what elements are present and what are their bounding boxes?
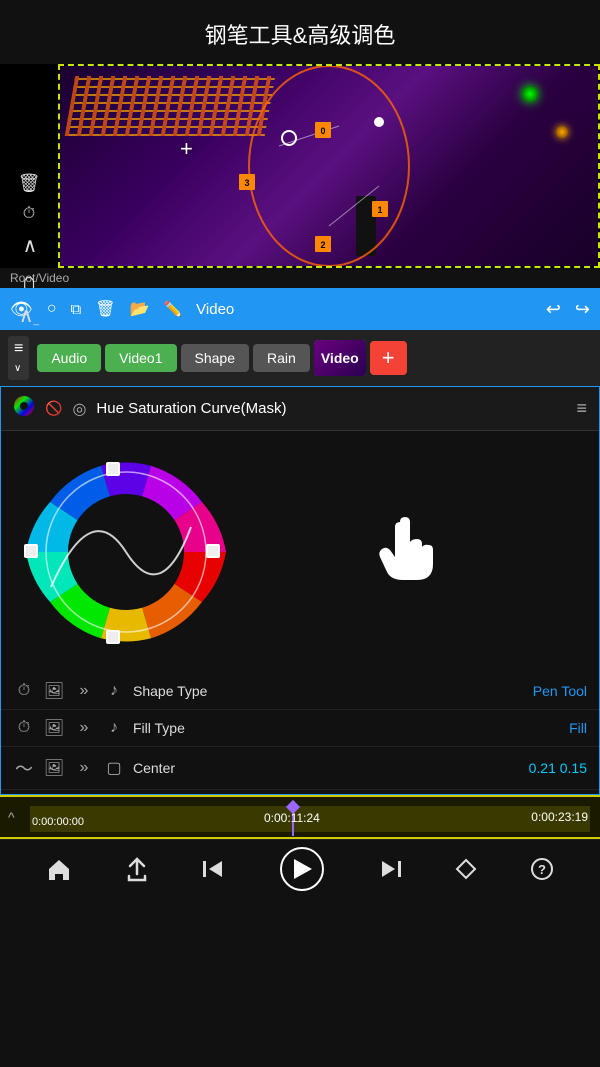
node-icon[interactable]: ∧_ xyxy=(19,306,39,326)
wheel-handle-1[interactable] xyxy=(106,462,120,476)
color-wheel-area xyxy=(1,431,599,673)
play-button[interactable] xyxy=(280,847,324,891)
diamond-button[interactable] xyxy=(455,858,477,880)
timeline-end-time: 0:00:23:19 xyxy=(531,810,588,824)
mask-icon[interactable]: 🚫 xyxy=(45,400,62,417)
color-wheel-icon[interactable] xyxy=(13,395,35,422)
fast-fwd-icon-1[interactable]: » xyxy=(73,682,95,700)
clip-tracks: ≡ ∨ Audio Video1 Shape Rain Video + xyxy=(0,330,600,386)
fast-fwd-icon-2[interactable]: » xyxy=(73,719,95,737)
tracks-toggle-arrow: ∨ xyxy=(14,363,21,374)
shape-type-row: ⏱ 🖼 » ♪ Shape Type Pen Tool xyxy=(1,673,599,710)
trash-icon[interactable]: 🗑 xyxy=(95,299,115,319)
next-frame-button[interactable] xyxy=(377,858,403,880)
folder-icon[interactable]: 📂 xyxy=(130,299,150,319)
effect-panel: 🚫 ◎ Hue Saturation Curve(Mask) ≡ xyxy=(0,386,600,795)
property-rows: ⏱ 🖼 » ♪ Shape Type Pen Tool ⏱ 🖼 » ♪ Fill… xyxy=(1,673,599,794)
undo-icon[interactable]: ↩ xyxy=(546,299,561,320)
color-wheel[interactable] xyxy=(21,447,231,657)
toolbar-bar: 👁 ○ ⧉ 🗑 📂 ✏️ Video ↩ ↪ xyxy=(0,288,600,330)
center-value[interactable]: 0.21 0.15 xyxy=(529,760,587,776)
move-cross-icon[interactable]: + xyxy=(180,136,193,162)
wheel-handle-2[interactable] xyxy=(206,544,220,558)
arch-icon[interactable]: ∩ xyxy=(21,270,37,292)
clip-video1[interactable]: Video1 xyxy=(105,344,176,372)
keyframe-icon-1[interactable]: ⏱ xyxy=(13,682,35,700)
video-preview: 0 2 3 1 + xyxy=(58,64,600,268)
svg-text:0: 0 xyxy=(320,126,325,136)
share-button[interactable] xyxy=(125,856,149,882)
image-icon-2[interactable]: 🖼 xyxy=(43,718,65,738)
music-icon-2[interactable]: ♪ xyxy=(103,719,125,737)
clip-video-active[interactable]: Video xyxy=(314,340,366,376)
fill-type-label: Fill Type xyxy=(133,720,561,736)
add-clip-button[interactable]: + xyxy=(370,341,407,375)
effect-menu-icon[interactable]: ≡ xyxy=(576,398,587,419)
tracks-toggle[interactable]: ≡ ∨ xyxy=(8,336,29,380)
pen-icon[interactable]: ✏️ xyxy=(163,300,182,318)
svg-text:2: 2 xyxy=(320,240,325,250)
clip-rain[interactable]: Rain xyxy=(253,344,310,372)
clip-shape[interactable]: Shape xyxy=(181,344,249,372)
timeline-current-time: 0:00:11:24 xyxy=(264,811,320,825)
copy-icon[interactable]: ⧉ xyxy=(71,301,82,318)
image-icon-3[interactable]: 🖼 xyxy=(43,758,65,778)
keyframe-icon-2[interactable]: ⏱ xyxy=(13,719,35,737)
effect-title: Hue Saturation Curve(Mask) xyxy=(96,400,566,417)
svg-text:1: 1 xyxy=(377,205,382,215)
timeline-toggle[interactable]: ^ xyxy=(8,809,15,825)
delete-icon[interactable]: 🗑 xyxy=(18,174,41,192)
root-label: Root/Video xyxy=(0,268,600,288)
timeline-start: 0:00:00:00 xyxy=(32,816,84,828)
wheel-handle-4[interactable] xyxy=(106,630,120,644)
wheel-handle-3[interactable] xyxy=(24,544,38,558)
tracks-toggle-icon: ≡ xyxy=(14,340,23,357)
clip-audio[interactable]: Audio xyxy=(37,344,101,372)
title-text: 钢笔工具&高级调色 xyxy=(205,23,396,48)
toolbar-label: Video xyxy=(196,301,532,318)
center-row: 〜 🖼 » ▢ Center 0.21 0.15 xyxy=(1,747,599,790)
fill-type-row: ⏱ 🖼 » ♪ Fill Type Fill xyxy=(1,710,599,747)
shape-type-label: Shape Type xyxy=(133,683,525,699)
bottom-controls: ? xyxy=(0,839,600,897)
peak-icon[interactable]: ∧ xyxy=(23,236,36,256)
redo-icon[interactable]: ↪ xyxy=(575,299,590,320)
image-icon-1[interactable]: 🖼 xyxy=(43,681,65,701)
help-button[interactable]: ? xyxy=(530,857,554,881)
home-button[interactable] xyxy=(46,856,72,882)
svg-text:3: 3 xyxy=(244,178,249,188)
left-toolbar: 🗑 ⏱ ∧ ∩ ∧_ xyxy=(0,164,58,336)
circle-target-icon[interactable]: ◎ xyxy=(72,399,86,419)
center-label: Center xyxy=(133,760,521,776)
fill-type-value[interactable]: Fill xyxy=(569,720,587,736)
hand-cursor-icon xyxy=(231,502,579,602)
music-icon-1[interactable]: ♪ xyxy=(103,682,125,700)
timeline-area[interactable]: ^ 0:00:00:00 0:00:11:24 0:00:23:19 xyxy=(0,795,600,839)
svg-text:?: ? xyxy=(538,862,546,877)
timer-icon[interactable]: ⏱ xyxy=(23,206,35,222)
shape-type-value[interactable]: Pen Tool xyxy=(533,683,587,699)
prev-frame-button[interactable] xyxy=(201,858,227,880)
page-title: 钢笔工具&高级调色 xyxy=(0,0,600,64)
effect-header: 🚫 ◎ Hue Saturation Curve(Mask) ≡ xyxy=(1,387,599,431)
fast-fwd-icon-3[interactable]: » xyxy=(73,759,95,777)
play-triangle xyxy=(294,859,312,879)
keyframe-icon-3[interactable]: 〜 xyxy=(13,755,35,781)
square-icon-3[interactable]: ▢ xyxy=(103,758,125,778)
